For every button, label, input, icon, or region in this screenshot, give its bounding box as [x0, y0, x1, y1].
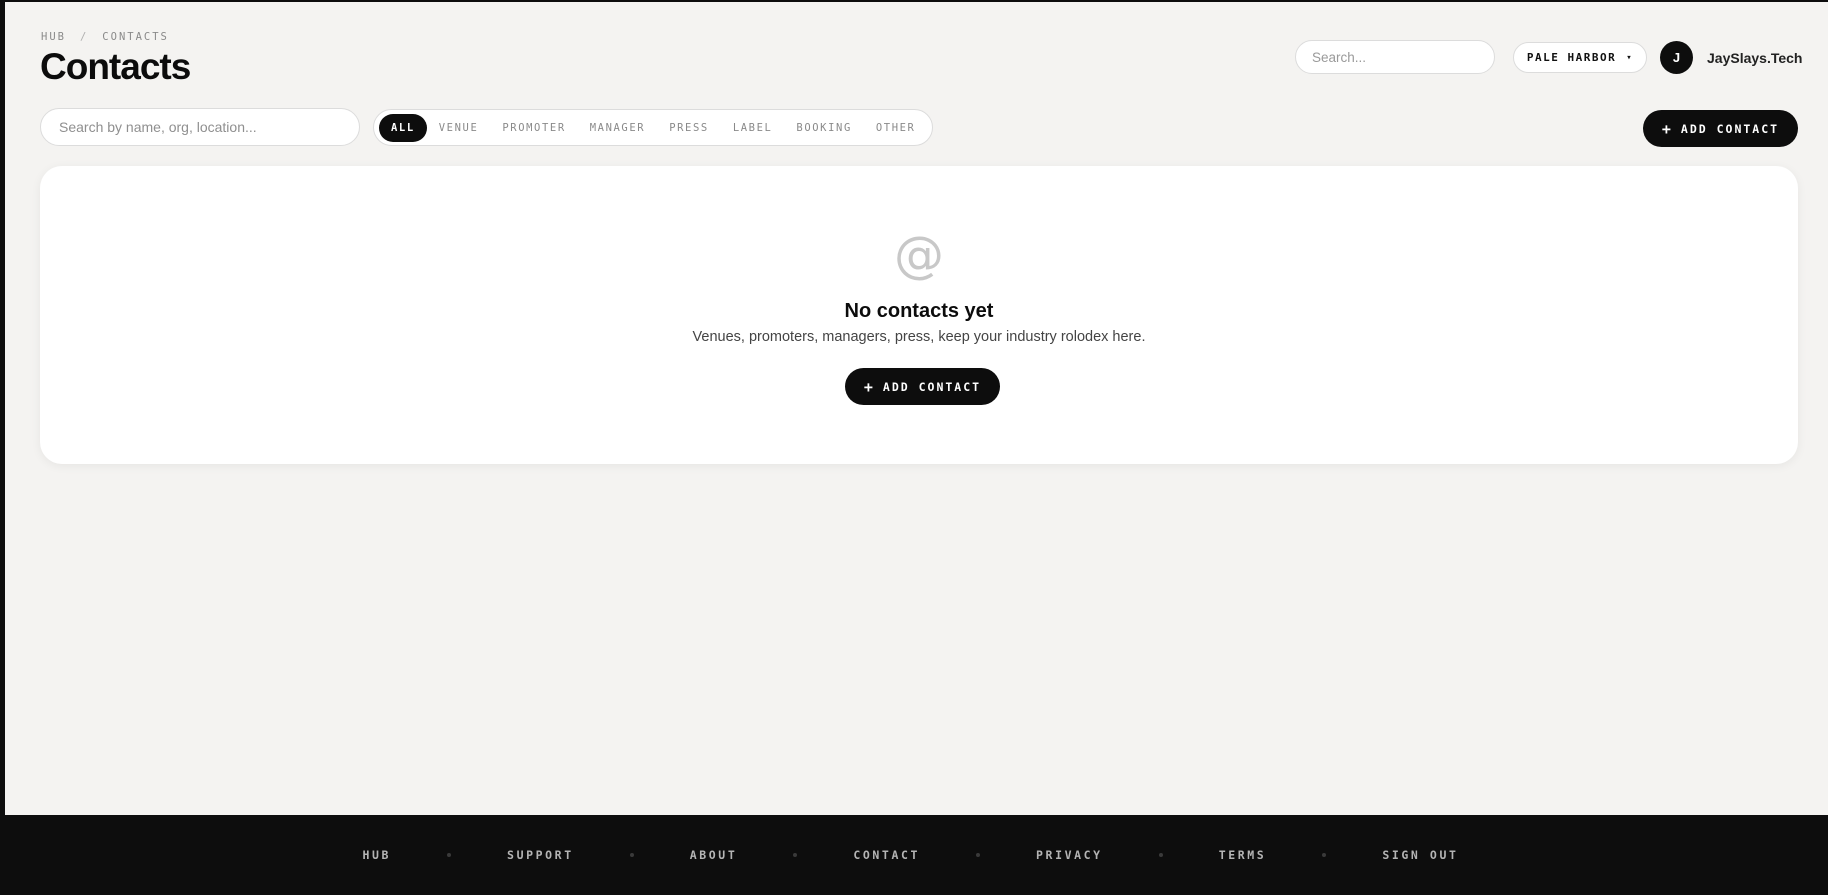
- global-search-input[interactable]: [1295, 40, 1495, 74]
- empty-state-add-contact-button[interactable]: + ADD CONTACT: [845, 368, 1000, 405]
- filter-manager[interactable]: MANAGER: [578, 114, 657, 142]
- contact-search-input[interactable]: [40, 108, 360, 146]
- footer-separator-dot: [1322, 853, 1327, 857]
- filter-booking[interactable]: BOOKING: [784, 114, 863, 142]
- workspace-name: PALE HARBOR: [1526, 51, 1617, 64]
- plus-icon: +: [863, 377, 875, 396]
- empty-state-card: @ No contacts yet Venues, promoters, man…: [40, 166, 1798, 464]
- footer-link-terms[interactable]: TERMS: [1219, 848, 1267, 862]
- footer: HUB SUPPORT ABOUT CONTACT PRIVACY TERMS …: [0, 815, 1828, 895]
- breadcrumb: HUB / CONTACTS: [41, 31, 169, 43]
- footer-link-sign-out[interactable]: SIGN OUT: [1382, 848, 1458, 862]
- avatar[interactable]: J: [1660, 41, 1693, 74]
- empty-state-title: No contacts yet: [844, 300, 994, 322]
- footer-nav: HUB SUPPORT ABOUT CONTACT PRIVACY TERMS …: [362, 848, 1458, 862]
- footer-link-support[interactable]: SUPPORT: [507, 848, 574, 862]
- main-page: HUB / CONTACTS Contacts PALE HARBOR ▾ J …: [5, 2, 1828, 815]
- footer-link-contact[interactable]: CONTACT: [853, 848, 920, 862]
- footer-link-about[interactable]: ABOUT: [690, 848, 738, 862]
- footer-link-privacy[interactable]: PRIVACY: [1036, 848, 1103, 862]
- at-icon: @: [894, 226, 944, 284]
- add-contact-label: ADD CONTACT: [882, 379, 982, 394]
- empty-state-description: Venues, promoters, managers, press, keep…: [692, 329, 1146, 345]
- add-contact-button[interactable]: + ADD CONTACT: [1643, 110, 1798, 147]
- filter-promoter[interactable]: PROMOTER: [490, 114, 577, 142]
- breadcrumb-contacts: CONTACTS: [102, 31, 169, 43]
- filter-venue[interactable]: VENUE: [427, 114, 491, 142]
- filter-tabs: ALL VENUE PROMOTER MANAGER PRESS LABEL B…: [373, 109, 934, 146]
- footer-separator-dot: [1158, 853, 1163, 857]
- add-contact-label: ADD CONTACT: [1680, 121, 1780, 136]
- footer-separator-dot: [976, 853, 981, 857]
- breadcrumb-separator: /: [79, 31, 89, 43]
- footer-separator-dot: [629, 853, 634, 857]
- footer-separator-dot: [447, 853, 452, 857]
- plus-icon: +: [1661, 119, 1673, 138]
- filter-press[interactable]: PRESS: [657, 114, 721, 142]
- breadcrumb-hub[interactable]: HUB: [41, 31, 66, 43]
- user-name[interactable]: JaySlays.Tech: [1707, 50, 1802, 66]
- footer-link-hub[interactable]: HUB: [362, 848, 391, 862]
- workspace-selector[interactable]: PALE HARBOR ▾: [1513, 42, 1647, 73]
- filter-all[interactable]: ALL: [379, 113, 427, 142]
- chevron-down-icon: ▾: [1626, 52, 1634, 63]
- filter-other[interactable]: OTHER: [864, 114, 928, 142]
- filter-label[interactable]: LABEL: [721, 114, 785, 142]
- footer-separator-dot: [793, 853, 798, 857]
- page-title: Contacts: [40, 46, 191, 87]
